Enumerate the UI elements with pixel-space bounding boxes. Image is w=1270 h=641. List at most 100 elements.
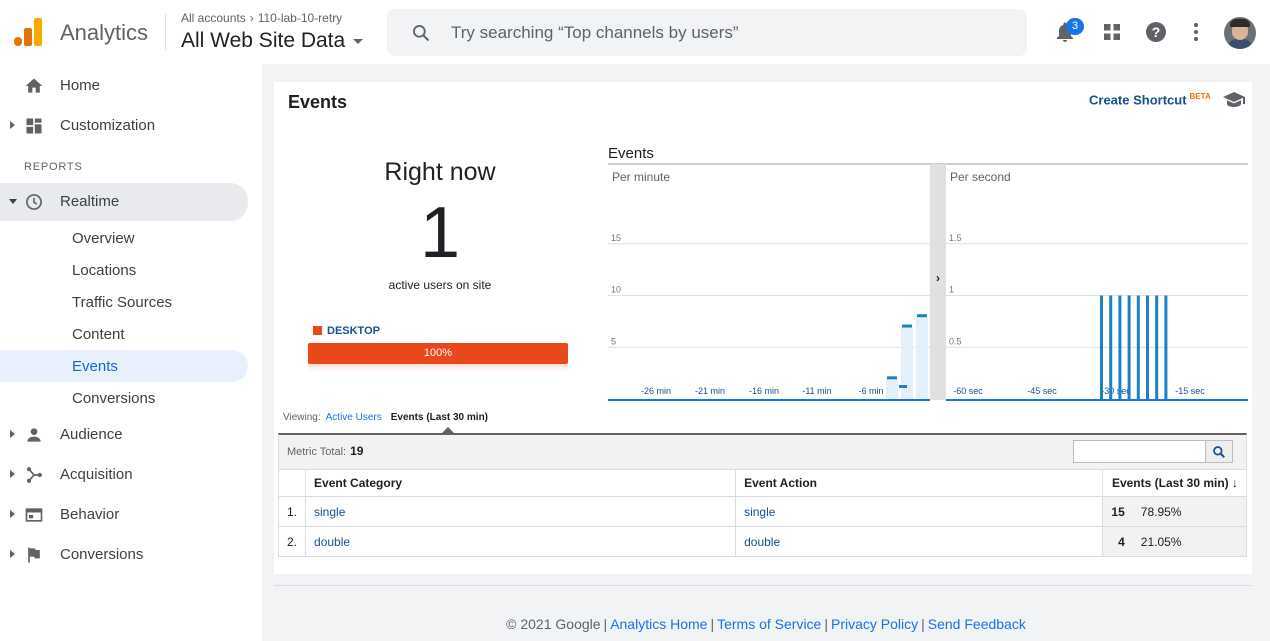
active-users-label: active users on site <box>388 278 492 292</box>
view-selector[interactable]: All Web Site Data <box>181 29 364 53</box>
breadcrumb-property[interactable]: 110-lab-10-retry <box>258 11 342 25</box>
table-row: 1. single single 15 78.95% <box>277 496 1247 527</box>
behavior-icon <box>25 508 43 522</box>
footer-link-terms[interactable]: Terms of Service <box>717 616 821 632</box>
sidebar-item-acquisition[interactable]: Acquisition <box>0 456 248 492</box>
bar <box>1146 295 1149 399</box>
events-chart: Events Per minute 5 10 15 -26 min -21 min -16 m… <box>608 145 1248 401</box>
sidebar-item-label: Behavior <box>60 506 120 523</box>
event-category-link[interactable]: single <box>305 496 737 527</box>
bar <box>1100 295 1103 399</box>
more-vert-icon[interactable] <box>1184 20 1208 44</box>
breadcrumb-account[interactable]: All accounts <box>181 11 246 25</box>
sidebar-item-label: Overview <box>72 230 135 247</box>
sidebar-item-label: Conversions <box>72 390 156 407</box>
metric-total-bar: Metric Total: 19 <box>278 433 1247 469</box>
events-percent: 21.05% <box>1132 526 1247 557</box>
chart-subtitle: Per minute <box>612 170 670 184</box>
sidebar-subitem-conversions[interactable]: Conversions <box>0 382 248 414</box>
y-tick-label: 1.5 <box>949 233 962 243</box>
sidebar-item-label: Realtime <box>60 193 120 210</box>
header-events-last-30[interactable]: Events (Last 30 min) ↓ <box>1102 469 1247 497</box>
active-users-count: 1 <box>419 193 461 273</box>
page-title: Events <box>288 92 348 112</box>
view-name: All Web Site Data <box>181 29 346 52</box>
viewing-option-active-users[interactable]: Active Users <box>326 412 382 423</box>
events-percent: 78.95% <box>1132 496 1247 527</box>
sidebar-subitem-traffic-sources[interactable]: Traffic Sources <box>0 286 248 318</box>
legend-swatch <box>313 326 322 335</box>
report-card: Events Create Shortcut BETA Right now 1 a… <box>274 82 1252 574</box>
header-events-label: Events (Last 30 min) <box>1111 476 1229 490</box>
bar <box>1136 295 1140 399</box>
event-category-link[interactable]: double <box>305 526 737 557</box>
sidebar-subitem-locations[interactable]: Locations <box>0 254 248 286</box>
x-tick-label: -16 min <box>749 386 779 396</box>
table-search-button[interactable] <box>1205 440 1233 463</box>
event-action-link[interactable]: single <box>735 496 1104 527</box>
viewing-label: Viewing: <box>283 412 321 423</box>
device-legend: DESKTOP <box>313 325 380 337</box>
sidebar-item-customization[interactable]: Customization <box>0 107 248 143</box>
main-content: Events Create Shortcut BETA Right now 1 a… <box>262 64 1270 641</box>
viewing-option-events[interactable]: Events (Last 30 min) <box>391 412 488 423</box>
events-count: 15 <box>1102 496 1133 527</box>
top-app-bar: Analytics All accounts › 110-lab-10-retry … <box>0 0 1270 64</box>
header-event-category[interactable]: Event Category <box>305 469 737 497</box>
x-tick-label: -30 sec <box>1101 386 1131 396</box>
avatar[interactable] <box>1224 17 1256 49</box>
metric-total-value: 19 <box>350 444 364 458</box>
apps-grid-icon[interactable] <box>1100 20 1124 44</box>
person-icon <box>27 428 41 442</box>
x-tick-label: -11 min <box>802 386 831 396</box>
header-divider <box>165 14 166 50</box>
events-count: 4 <box>1102 526 1133 557</box>
x-tick-label: -45 sec <box>1027 386 1057 396</box>
bar-fill <box>886 378 898 399</box>
event-action-link[interactable]: double <box>735 526 1104 557</box>
chart-title: Events <box>608 145 654 162</box>
chevron-right-icon: › <box>936 271 940 285</box>
expand-arrow-icon <box>10 430 15 438</box>
device-bar-desktop[interactable]: 100% <box>308 343 568 364</box>
analytics-logo-icon[interactable] <box>14 18 42 48</box>
metric-total: Metric Total: 19 <box>287 444 363 458</box>
help-icon[interactable]: ? <box>1144 20 1168 44</box>
sidebar-item-behavior[interactable]: Behavior <box>0 496 248 532</box>
graduation-cap-icon[interactable] <box>1222 90 1246 108</box>
bar-fill <box>901 326 913 399</box>
header-event-action[interactable]: Event Action <box>735 469 1104 497</box>
bar <box>1127 295 1131 399</box>
sidebar-item-label: Events <box>72 358 118 375</box>
sidebar-item-label: Home <box>60 77 101 94</box>
dashboard-icon <box>26 118 42 134</box>
sidebar-item-home[interactable]: Home <box>0 67 248 103</box>
create-shortcut-link[interactable]: Create Shortcut BETA <box>1089 92 1211 107</box>
sidebar-item-label: Audience <box>60 426 123 443</box>
expand-arrow-icon <box>10 121 15 129</box>
breadcrumb[interactable]: All accounts › 110-lab-10-retry <box>181 11 342 25</box>
sidebar-item-realtime[interactable]: Realtime <box>0 183 248 221</box>
footer: © 2021 Google | Analytics Home | Terms of Se… <box>506 616 1026 632</box>
sidebar-subitem-events[interactable]: Events <box>0 350 248 382</box>
footer-link-privacy[interactable]: Privacy Policy <box>831 616 918 632</box>
clock-icon <box>26 194 42 210</box>
x-tick-label: -6 min <box>858 386 883 396</box>
footer-copyright: © 2021 Google <box>506 616 601 632</box>
product-name[interactable]: Analytics <box>60 20 148 46</box>
search-bar[interactable]: Try searching “Top channels by users” <box>387 9 1027 56</box>
create-shortcut-label: Create Shortcut <box>1089 92 1187 108</box>
search-placeholder: Try searching “Top channels by users” <box>451 23 739 42</box>
sidebar-subitem-overview[interactable]: Overview <box>0 222 248 254</box>
footer-link-analytics-home[interactable]: Analytics Home <box>610 616 707 632</box>
sidebar-item-conversions[interactable]: Conversions <box>0 536 248 572</box>
sidebar-subitem-content[interactable]: Content <box>0 318 248 350</box>
expand-arrow-icon <box>10 550 15 558</box>
sidebar-item-audience[interactable]: Audience <box>0 416 248 452</box>
footer-link-feedback[interactable]: Send Feedback <box>928 616 1026 632</box>
flag-icon <box>28 547 40 563</box>
device-bar-shadow <box>308 364 568 372</box>
acquisition-icon <box>26 467 42 483</box>
sidebar-item-label: Acquisition <box>60 466 133 483</box>
bar-cap <box>887 376 897 380</box>
